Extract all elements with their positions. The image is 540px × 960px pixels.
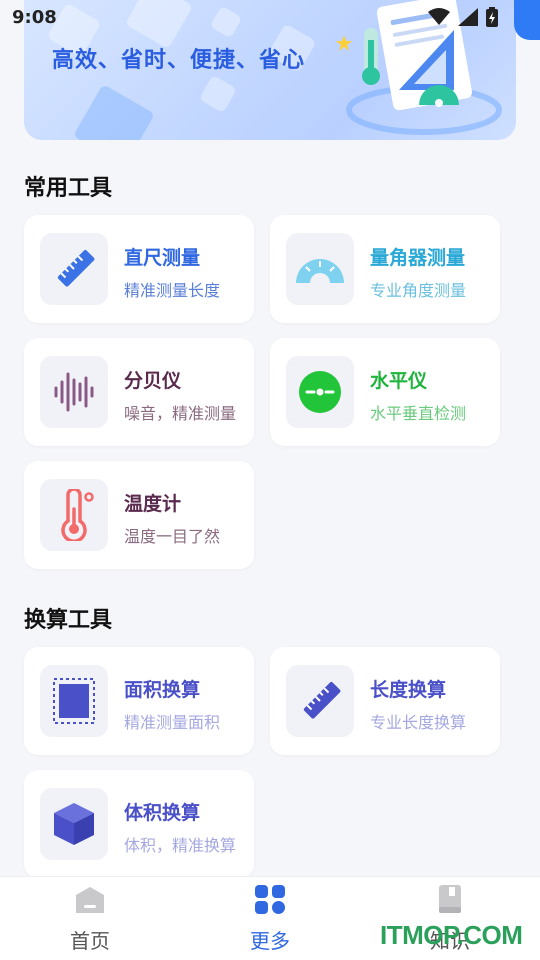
card-title: 温度计 [124,493,182,515]
tool-card-thermometer[interactable]: 温度计 温度一目了然 [24,461,254,569]
battery-icon [486,7,498,27]
tab-label: 首页 [70,929,110,953]
banner-slogan: 高效、省时、便捷、省心 [52,48,306,73]
section-title-common: 常用工具 [24,176,113,201]
icon-container [286,233,354,305]
card-title: 长度换算 [370,679,447,701]
cube-icon [54,803,94,845]
status-bar: 9:08 [0,0,540,40]
tab-label: 更多 [250,929,290,953]
tool-card-length[interactable]: 长度换算 专业长度换算 [270,647,500,755]
icon-container [286,665,354,737]
card-title: 直尺测量 [124,247,201,269]
card-title: 水平仪 [370,370,428,392]
header-corner [514,0,540,40]
card-subtitle: 精准测量长度 [124,281,221,300]
card-subtitle: 专业角度测量 [370,281,467,300]
ruler-icon [303,682,341,719]
protractor-icon [296,259,344,283]
card-title: 量角器测量 [370,247,466,269]
tool-card-level[interactable]: 水平仪 水平垂直检测 [270,338,500,446]
decor-hex [73,84,155,140]
tool-card-area[interactable]: 面积换算 精准测量面积 [24,647,254,755]
level-icon [299,371,341,413]
decor-hex [198,74,238,114]
ruler-icon [57,250,95,287]
icon-container [40,665,108,737]
tab-more[interactable]: 更多 [180,877,360,960]
card-subtitle: 专业长度换算 [370,713,467,732]
tab-home[interactable]: 首页 [0,877,180,960]
tool-card-protractor[interactable]: 量角器测量 专业角度测量 [270,215,500,323]
watermark: ITMOP.COM [380,920,523,950]
icon-container [40,356,108,428]
icon-container [286,356,354,428]
tool-card-ruler[interactable]: 直尺测量 精准测量长度 [24,215,254,323]
thermometer-icon [61,489,94,541]
card-subtitle: 水平垂直检测 [370,404,467,423]
card-title: 体积换算 [124,802,201,824]
wifi-icon [428,8,450,25]
card-subtitle: 体积，精准换算 [124,836,237,855]
card-subtitle: 精准测量面积 [124,713,221,732]
icon-container [40,233,108,305]
card-subtitle: 温度一目了然 [124,527,221,546]
status-time: 9:08 [12,7,57,28]
card-subtitle: 噪音，精准测量 [124,404,237,423]
home-icon [76,887,104,913]
grid-icon [255,885,285,914]
tool-card-volume[interactable]: 体积换算 体积，精准换算 [24,770,254,878]
card-title: 面积换算 [124,679,201,701]
area-icon [53,678,95,724]
signal-icon [458,8,478,26]
system-icons [428,7,498,27]
icon-container [40,788,108,860]
card-title: 分贝仪 [124,370,182,392]
book-icon [439,885,461,913]
icon-container [40,479,108,551]
tool-card-decibel[interactable]: 分贝仪 噪音，精准测量 [24,338,254,446]
sound-wave-icon [54,372,94,412]
section-title-conversion: 换算工具 [24,608,113,633]
